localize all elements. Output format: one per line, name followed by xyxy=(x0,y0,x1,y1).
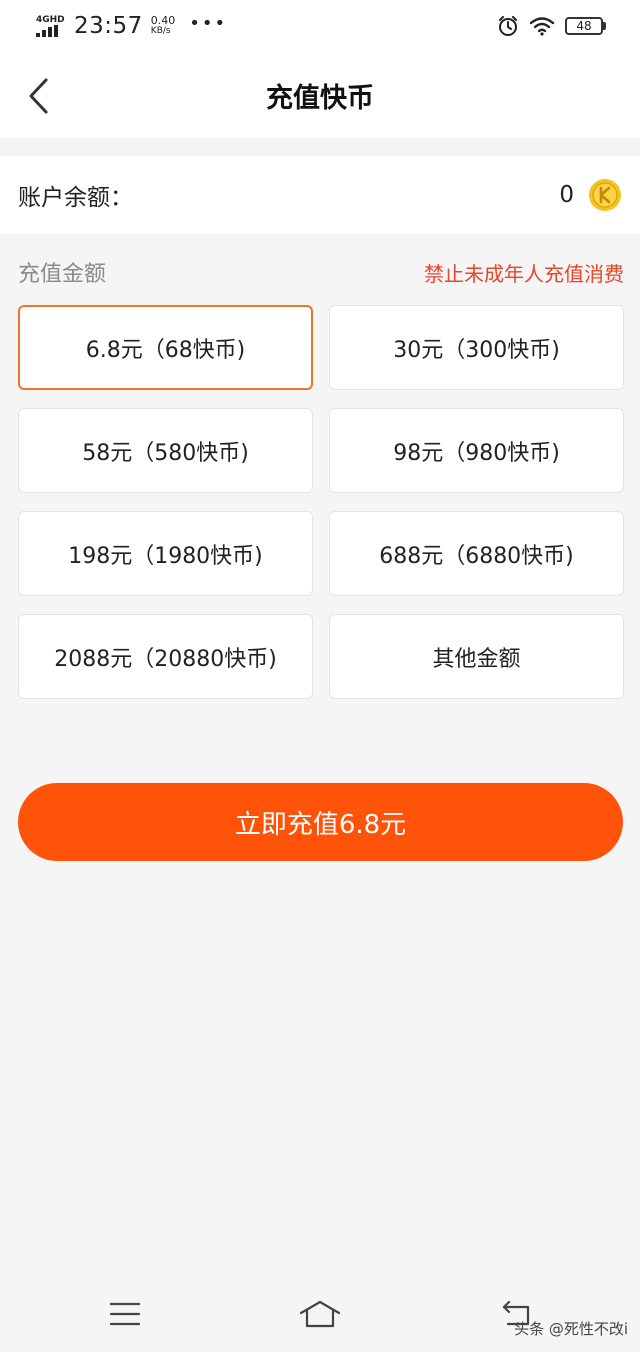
section-header: 充值金额 禁止未成年人充值消费 xyxy=(18,254,624,290)
back-button[interactable] xyxy=(18,74,58,118)
alarm-icon xyxy=(499,16,517,36)
coin-icon xyxy=(589,179,621,211)
status-right: 48 xyxy=(497,15,606,37)
balance-row: 账户余额： 0 xyxy=(0,156,640,234)
battery-icon: 48 xyxy=(565,17,606,35)
balance-value: 0 xyxy=(559,182,574,208)
amount-option-98[interactable]: 98元（980快币) xyxy=(329,408,624,493)
speed-unit: KB/s xyxy=(150,26,171,36)
amount-option-688[interactable]: 688元（6880快币) xyxy=(329,511,624,596)
amount-option-30[interactable]: 30元（300快币) xyxy=(329,305,624,390)
menu-icon xyxy=(109,1302,141,1326)
chevron-left-icon xyxy=(29,78,48,114)
network-type: 4GHD xyxy=(36,15,65,25)
more-notifications-icon: ••• xyxy=(189,12,228,34)
home-icon xyxy=(299,1300,341,1328)
watermark: 头条 @死性不改i xyxy=(514,1320,628,1338)
system-nav-bar xyxy=(0,1280,640,1352)
network-speed: 0.40 KB/s xyxy=(151,15,176,37)
battery-level: 48 xyxy=(565,17,603,35)
status-left: 4GHD 23:57 0.40 KB/s ••• xyxy=(36,13,227,39)
status-time: 23:57 xyxy=(74,13,143,39)
page-title: 充值快币 xyxy=(266,82,374,114)
recharge-button[interactable]: 立即充值6.8元 xyxy=(18,783,623,861)
amount-option-58[interactable]: 58元（580快币) xyxy=(18,408,313,493)
signal-icon xyxy=(36,25,58,37)
minor-warning: 禁止未成年人充值消费 xyxy=(424,261,624,286)
amount-option-6-8[interactable]: 6.8元（68快币) xyxy=(18,305,313,390)
balance-right: 0 xyxy=(559,178,622,212)
wifi-icon xyxy=(529,17,555,36)
nav-bar: 充值快币 xyxy=(0,52,640,138)
menu-button[interactable] xyxy=(103,1296,147,1332)
section-title: 充值金额 xyxy=(18,262,107,287)
amount-grid: 6.8元（68快币) 30元（300快币) 58元（580快币) 98元（980… xyxy=(18,305,624,699)
speed-value: 0.40 xyxy=(150,14,176,27)
status-bar: 4GHD 23:57 0.40 KB/s ••• 48 xyxy=(0,0,640,52)
amount-option-198[interactable]: 198元（1980快币) xyxy=(18,511,313,596)
network-indicator: 4GHD xyxy=(36,15,66,37)
amount-option-other[interactable]: 其他金额 xyxy=(329,614,624,699)
home-button[interactable] xyxy=(298,1296,342,1332)
amount-option-2088[interactable]: 2088元（20880快币) xyxy=(18,614,313,699)
balance-label: 账户余额： xyxy=(18,185,133,211)
